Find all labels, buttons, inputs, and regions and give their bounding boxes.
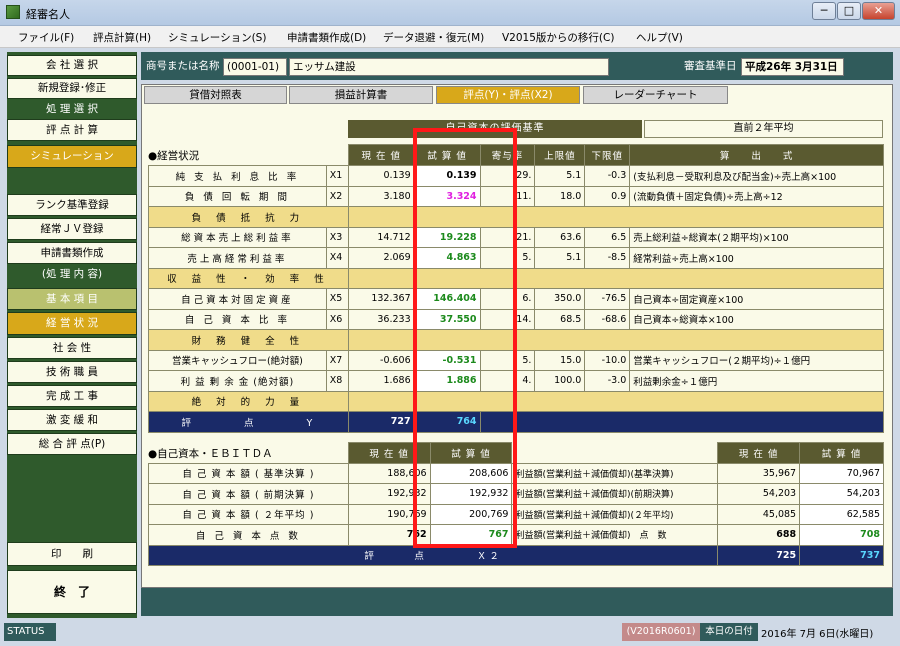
tab-income-statement[interactable]: 損益計算書 xyxy=(289,86,433,104)
jv-register-button[interactable]: 経常ＪＶ登録 xyxy=(7,218,137,240)
process-select-label: 処 理 選 択 xyxy=(7,101,137,117)
today-value: 2016年 7月 6日(水曜日) xyxy=(761,629,874,640)
business-status-button[interactable]: 経 営 状 況 xyxy=(7,312,137,335)
header-bar: 商号または名称 (0001-01) エッサム建設 審査基準日 平成26年 3月3… xyxy=(141,52,893,80)
sidebar: 会 社 選 択 新規登録･修正 処 理 選 択 評 点 計 算 シミュレーション… xyxy=(7,52,137,618)
col-trial-3: 試 算 値 xyxy=(799,442,884,464)
maximize-icon[interactable]: □ xyxy=(837,2,861,20)
date-value: 平成26年 3月31日 xyxy=(741,58,844,76)
tab-balance-sheet[interactable]: 貸借対照表 xyxy=(144,86,287,104)
score-x2-trial: 737 xyxy=(799,544,884,566)
col-lower: 下限値 xyxy=(584,144,631,166)
trial-input[interactable]: 54,203 xyxy=(799,483,884,505)
shock-relief-button[interactable]: 激 変 緩 和 xyxy=(7,409,137,431)
window-title: 経審名人 xyxy=(26,8,70,21)
trial-input[interactable]: 62,585 xyxy=(799,503,884,525)
overall-score-button[interactable]: 総 合 評 点(P) xyxy=(7,433,137,455)
company-label: 商号または名称 xyxy=(146,60,220,72)
highlight-box xyxy=(413,128,517,548)
score-x2-row: 評 点 Ｘ２ 725 737 xyxy=(147,544,884,566)
app-docs-button[interactable]: 申請書類作成 xyxy=(7,242,137,264)
title-bar: 経審名人 ─ □ ✕ xyxy=(0,0,900,26)
col-current-3: 現 在 値 xyxy=(717,442,801,464)
tab-score-y-x2[interactable]: 評点(Y)・評点(X2) xyxy=(436,86,580,104)
tech-staff-button[interactable]: 技 術 職 員 xyxy=(7,361,137,383)
col-formula: 算 出 式 xyxy=(629,144,884,166)
new-register-button[interactable]: 新規登録･修正 xyxy=(7,78,137,99)
simulation-button[interactable]: シミュレーション xyxy=(7,145,137,168)
status-label: STATUS xyxy=(4,623,56,641)
menu-bar: ファイル(F) 評点計算(H) シミュレーション(S) 申請書類作成(D) デー… xyxy=(0,26,900,48)
print-button[interactable]: 印 刷 xyxy=(7,542,137,566)
app-icon xyxy=(6,5,20,19)
score-x2-current: 725 xyxy=(717,544,801,566)
company-name: エッサム建設 xyxy=(289,58,609,76)
rank-register-button[interactable]: ランク基準登録 xyxy=(7,194,137,216)
menu-app-docs[interactable]: 申請書類作成(D) xyxy=(287,30,366,45)
minimize-icon[interactable]: ─ xyxy=(812,2,836,20)
menu-file[interactable]: ファイル(F) xyxy=(18,30,74,45)
menu-simulation[interactable]: シミュレーション(S) xyxy=(168,30,266,45)
recent-two-year-label: 直前２年平均 xyxy=(644,120,883,138)
col-current: 現 在 値 xyxy=(347,144,415,166)
version-label: (V2016R0601) xyxy=(622,623,700,641)
social-button[interactable]: 社 会 性 xyxy=(7,337,137,359)
today-label: 本日の日付 xyxy=(700,623,758,641)
score-y-current: 727 xyxy=(347,411,415,433)
date-label: 審査基準日 xyxy=(684,60,737,72)
trial-input[interactable]: 70,967 xyxy=(799,462,884,484)
completed-work-button[interactable]: 完 成 工 事 xyxy=(7,385,137,407)
tab-radar-chart[interactable]: レーダーチャート xyxy=(583,86,728,104)
company-select-button[interactable]: 会 社 選 択 xyxy=(7,55,137,76)
company-code: (0001-01) xyxy=(223,58,287,76)
col-upper: 上限値 xyxy=(534,144,586,166)
score-y-label: 評 点 Y xyxy=(148,411,349,433)
menu-migration[interactable]: V2015版からの移行(C) xyxy=(502,30,614,45)
menu-help[interactable]: ヘルプ(V) xyxy=(636,30,683,45)
process-contents-label: (処 理 内 容) xyxy=(7,266,137,282)
menu-score-calc[interactable]: 評点計算(H) xyxy=(93,30,151,45)
menu-data-backup[interactable]: データ退避・復元(M) xyxy=(383,30,484,45)
bottom-strip xyxy=(141,588,893,616)
status-bar: STATUS (V2016R0601) 本日の日付 2016年 7月 6日(水曜… xyxy=(0,620,900,646)
basic-items-button[interactable]: 基 本 項 目 xyxy=(7,288,137,310)
score-calc-button[interactable]: 評 点 計 算 xyxy=(7,119,137,141)
score-x2-label: 評 点 Ｘ２ xyxy=(147,544,719,566)
close-icon[interactable]: ✕ xyxy=(862,2,895,20)
exit-button[interactable]: 終 了 xyxy=(7,570,137,614)
